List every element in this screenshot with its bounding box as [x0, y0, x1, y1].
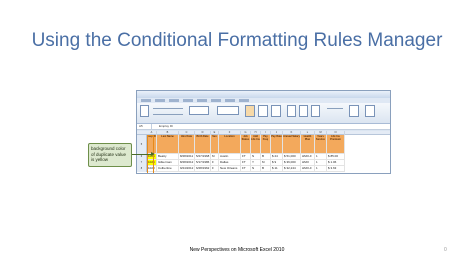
callout-arrow-icon	[151, 152, 155, 156]
table-cell[interactable]: HMO-F	[301, 166, 315, 172]
excel-title-bar	[137, 91, 390, 98]
formula-bar[interactable]: A5 Employ ID	[137, 124, 390, 130]
table-cell[interactable]: Colbertine	[157, 166, 179, 172]
name-box[interactable]: A5	[138, 124, 152, 129]
tab-data[interactable]	[211, 99, 221, 102]
row-number: 8	[137, 166, 147, 172]
table-cell[interactable]: N	[251, 166, 261, 172]
header-cell[interactable]: Birth Date	[195, 135, 211, 154]
table-row: 8 1028 Colbertine 9/24/2012 6/28/1962 F New O…	[137, 166, 390, 172]
table-cell[interactable]: 6/28/1962	[195, 166, 211, 172]
table-cell[interactable]: $ 11	[271, 166, 283, 172]
table-cell[interactable]: F	[211, 166, 219, 172]
page-number: 0	[444, 247, 447, 253]
tab-formulas[interactable]	[197, 99, 207, 102]
paste-icon[interactable]	[140, 105, 149, 117]
align-icon[interactable]	[189, 106, 209, 115]
table-cell[interactable]: B	[261, 166, 271, 172]
tab-insert[interactable]	[169, 99, 179, 102]
header-cell[interactable]: Job Status	[241, 135, 251, 154]
header-cell[interactable]: Hire Date	[179, 135, 195, 154]
worksheet-grid[interactable]: ABCDEFGHIJKLMN 5 Emp ID Last Name Hire Dat…	[137, 131, 390, 173]
header-cell[interactable]: Annual Salary	[283, 135, 301, 154]
table-cell[interactable]: $ 3.63	[327, 166, 345, 172]
format-as-table-icon[interactable]	[258, 105, 268, 117]
insert-cells-icon[interactable]	[287, 105, 296, 117]
header-cell[interactable]: Last Name	[157, 135, 179, 154]
table-cell[interactable]: New Orleans	[219, 166, 241, 172]
header-cell[interactable]: Pay Freq	[261, 135, 271, 154]
format-cells-icon[interactable]	[311, 105, 320, 117]
tab-home[interactable]	[155, 99, 165, 102]
conditional-formatting-icon[interactable]	[245, 105, 255, 117]
header-cell[interactable]: Health Plan	[301, 135, 315, 154]
callout-connector	[132, 154, 152, 155]
header-cell[interactable]: Years Service	[315, 135, 327, 154]
table-cell[interactable]: 1	[315, 166, 327, 172]
row-number: 5	[137, 135, 147, 154]
header-cell[interactable]: Life Ins Premium	[327, 135, 345, 154]
ribbon	[137, 103, 390, 124]
callout-box: background color of duplicate value is y…	[88, 143, 132, 167]
number-format-icon[interactable]	[217, 106, 239, 115]
header-cell[interactable]: Pay Rate	[271, 135, 283, 154]
header-cell[interactable]: Location	[219, 135, 241, 154]
formula-text[interactable]: Employ ID	[159, 124, 173, 129]
cell-styles-icon[interactable]	[271, 105, 281, 117]
header-cell[interactable]: Add Life Ins	[251, 135, 261, 154]
header-row: 5 Emp ID Last Name Hire Date Birth Date Sex L…	[137, 135, 390, 154]
tab-review[interactable]	[225, 99, 235, 102]
tab-file[interactable]	[141, 99, 151, 102]
tab-page-layout[interactable]	[183, 99, 193, 102]
table-cell[interactable]: $ 32,244	[283, 166, 301, 172]
table-cell[interactable]: FT	[241, 166, 251, 172]
header-cell[interactable]: Sex	[211, 135, 219, 154]
delete-cells-icon[interactable]	[299, 105, 308, 117]
sort-filter-icon[interactable]	[349, 105, 359, 117]
slide-footer: New Perspectives on Microsoft Excel 2010	[189, 247, 285, 253]
slide-title: Using the Conditional Formatting Rules M…	[31, 30, 443, 51]
excel-screenshot: A5 Employ ID ABCDEFGHIJKLMN 5 Emp ID Last…	[136, 90, 391, 174]
find-select-icon[interactable]	[365, 105, 375, 117]
tab-view[interactable]	[239, 99, 249, 102]
table-cell[interactable]: 9/24/2012	[179, 166, 195, 172]
